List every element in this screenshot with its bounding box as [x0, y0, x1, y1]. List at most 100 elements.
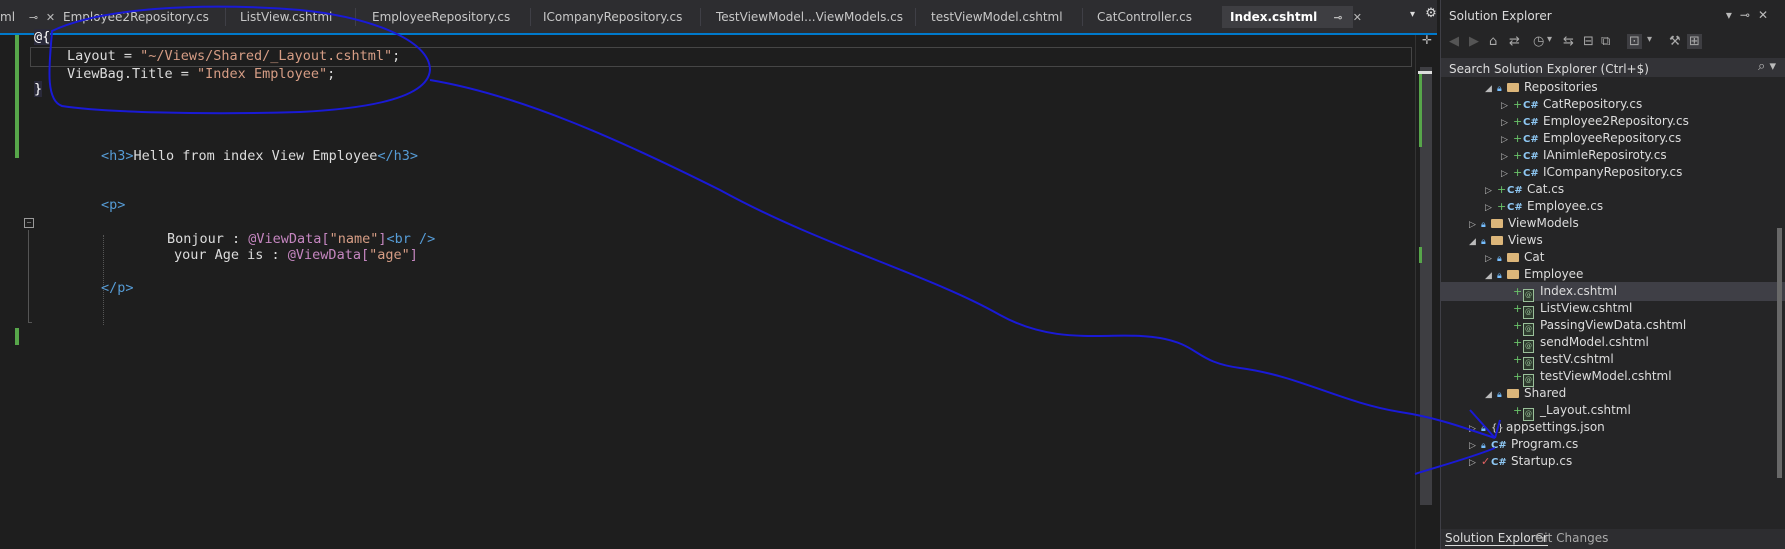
tab-overflow: ▾ ⚙: [1410, 6, 1437, 21]
tab-employee2repository[interactable]: Employee2Repository.cs: [63, 6, 209, 28]
code-line-2: Layout = "~/Views/Shared/_Layout.cshtml"…: [67, 47, 400, 66]
editor-scrollbar[interactable]: ✛: [1415, 33, 1438, 549]
dropdown-icon[interactable]: ▾: [1547, 34, 1552, 45]
close-icon[interactable]: ✕: [46, 11, 55, 24]
solution-explorer-search[interactable]: ⌕ ▾: [1441, 58, 1785, 78]
code-token: ViewBag.Title =: [67, 66, 198, 82]
solution-explorer-scrollbar[interactable]: [1774, 78, 1784, 529]
change-marker: [1419, 247, 1422, 263]
code-token: ;: [392, 48, 401, 64]
tree-item-label: testViewModel.cshtml: [1540, 369, 1672, 383]
preview-selected-icon[interactable]: ⊡: [1627, 34, 1642, 49]
code-line-p-close: </p>: [101, 279, 134, 298]
code-line-3: ViewBag.Title = "Index Employee";: [67, 65, 335, 84]
tab-catcontroller[interactable]: CatController.cs: [1097, 6, 1192, 28]
tab-solution-explorer[interactable]: Solution Explorer: [1445, 531, 1548, 546]
split-icon[interactable]: ✛: [1422, 33, 1432, 47]
tab-listview[interactable]: ListView.cshtml: [240, 6, 332, 28]
tree-item-label: Startup.cs: [1511, 454, 1573, 468]
show-all-files-icon[interactable]: ⧉: [1601, 34, 1610, 49]
tab-separator: [1082, 8, 1083, 26]
code-line-p-open: <p>: [101, 196, 125, 215]
html-tag: <br />: [386, 231, 436, 247]
code-line-age: your Age is : @ViewData["age"]: [174, 246, 418, 265]
tree-item-label: IAnimleReposiroty.cs: [1543, 148, 1667, 162]
tab-label: TestViewModel...ViewModels.cs: [716, 10, 904, 24]
dropdown-icon[interactable]: ▾: [1410, 9, 1415, 20]
collapse-all-icon[interactable]: ⊟: [1583, 34, 1594, 49]
fold-toggle-icon[interactable]: −: [24, 218, 34, 228]
history-icon[interactable]: ◷: [1533, 34, 1544, 49]
code-text: Hello from index View Employee: [133, 148, 378, 164]
tree-item-label: Program.cs: [1511, 437, 1579, 451]
solution-explorer-panel: Solution Explorer ▾⊸✕ ◀ ▶ ⌂ ⇄ ◷ ▾ ⇆ ⊟ ⧉ …: [1440, 0, 1785, 549]
switch-views-icon[interactable]: ⇄: [1509, 34, 1520, 49]
folder-icon: [1507, 253, 1519, 262]
tab-label: ICompanyRepository.cs: [543, 10, 683, 24]
pin-icon[interactable]: ⊸: [1740, 8, 1758, 22]
collapse-arrow-icon[interactable]: ◢: [1469, 233, 1481, 252]
tab-partial[interactable]: ml ⊸ ✕: [0, 6, 55, 28]
dropdown-icon[interactable]: ▾: [1647, 34, 1652, 45]
tab-label: Employee2Repository.cs: [63, 10, 209, 24]
collapse-arrow-icon[interactable]: ◢: [1485, 386, 1497, 405]
tab-separator: [915, 8, 916, 26]
folder-icon: [1507, 83, 1519, 92]
tree-item-label: ListView.cshtml: [1540, 301, 1633, 315]
code-text: your Age is :: [174, 247, 288, 263]
sync-icon[interactable]: ⇆: [1563, 34, 1574, 49]
dropdown-icon[interactable]: ▾: [1726, 8, 1740, 22]
properties-icon[interactable]: ⊞: [1687, 34, 1702, 49]
home-icon[interactable]: ⌂: [1489, 34, 1497, 49]
scrollbar-thumb[interactable]: [1777, 228, 1782, 478]
tree-item-label: ViewModels: [1508, 216, 1579, 230]
forward-icon[interactable]: ▶: [1469, 34, 1479, 49]
razor-expression: @ViewData[: [287, 247, 370, 263]
search-input[interactable]: [1447, 59, 1751, 78]
search-icon[interactable]: ⌕ ▾: [1758, 59, 1776, 74]
change-marker: [1419, 71, 1422, 147]
tab-label: ml: [0, 10, 16, 24]
html-tag: </h3>: [377, 148, 418, 164]
folder-icon: [1491, 219, 1503, 228]
gear-icon[interactable]: ⚙: [1425, 6, 1437, 21]
expand-arrow-icon[interactable]: ▷: [1469, 454, 1481, 473]
tab-icompanyrepository[interactable]: ICompanyRepository.cs: [543, 6, 682, 28]
back-icon[interactable]: ◀: [1449, 34, 1459, 49]
tab-testviewmodel-cshtml[interactable]: testViewModel.cshtml: [931, 6, 1063, 28]
tab-employeerepository[interactable]: EmployeeRepository.cs: [372, 6, 510, 28]
tree-item-label: Shared: [1524, 386, 1567, 400]
tree-item-label: EmployeeRepository.cs: [1543, 131, 1682, 145]
tab-index-active[interactable]: Index.cshtml ⊸ ✕: [1222, 6, 1362, 28]
close-icon[interactable]: ✕: [1353, 11, 1362, 24]
panel-title: Solution Explorer: [1449, 9, 1552, 23]
tree-item-startup-cs[interactable]: ▷ ✓C# Startup.cs: [1469, 452, 1572, 471]
collapse-arrow-icon[interactable]: ◢: [1485, 80, 1497, 99]
tree-item-label: Cat: [1524, 250, 1545, 264]
code-editor[interactable]: − @{ Layout = "~/Views/Shared/_Layout.cs…: [0, 29, 1415, 549]
razor-block-open: @{: [34, 29, 51, 45]
panel-bottom-tabs: Solution Explorer Git Changes: [1441, 529, 1785, 549]
code-line-1: @{: [34, 28, 51, 47]
tree-item-label: sendModel.cshtml: [1540, 335, 1649, 349]
tab-testviewmodel-cs[interactable]: TestViewModel...ViewModels.cs: [716, 6, 903, 28]
tab-label: ListView.cshtml: [240, 10, 333, 24]
code-line-4: }: [34, 80, 43, 99]
tab-label: CatController.cs: [1097, 10, 1193, 24]
caret-marker: [1418, 71, 1432, 74]
code-string: "name": [329, 231, 379, 247]
html-tag: <h3>: [101, 148, 134, 164]
pin-icon[interactable]: ⊸: [29, 11, 38, 24]
tab-git-changes[interactable]: Git Changes: [1535, 531, 1608, 545]
code-text: Bonjour :: [167, 231, 249, 247]
folder-icon: [1507, 389, 1519, 398]
tree-item-label: ICompanyRepository.cs: [1543, 165, 1683, 179]
razor-expression: @ViewData[: [248, 231, 330, 247]
csharp-file-icon: C#: [1491, 457, 1507, 468]
change-indicator: [15, 328, 19, 345]
close-icon[interactable]: ✕: [1758, 8, 1776, 22]
tree-item-label: appsettings.json: [1506, 420, 1605, 434]
pin-icon[interactable]: ⊸: [1333, 11, 1342, 24]
wrench-icon[interactable]: ⚒: [1669, 34, 1681, 49]
code-string: "~/Views/Shared/_Layout.cshtml": [140, 48, 393, 64]
